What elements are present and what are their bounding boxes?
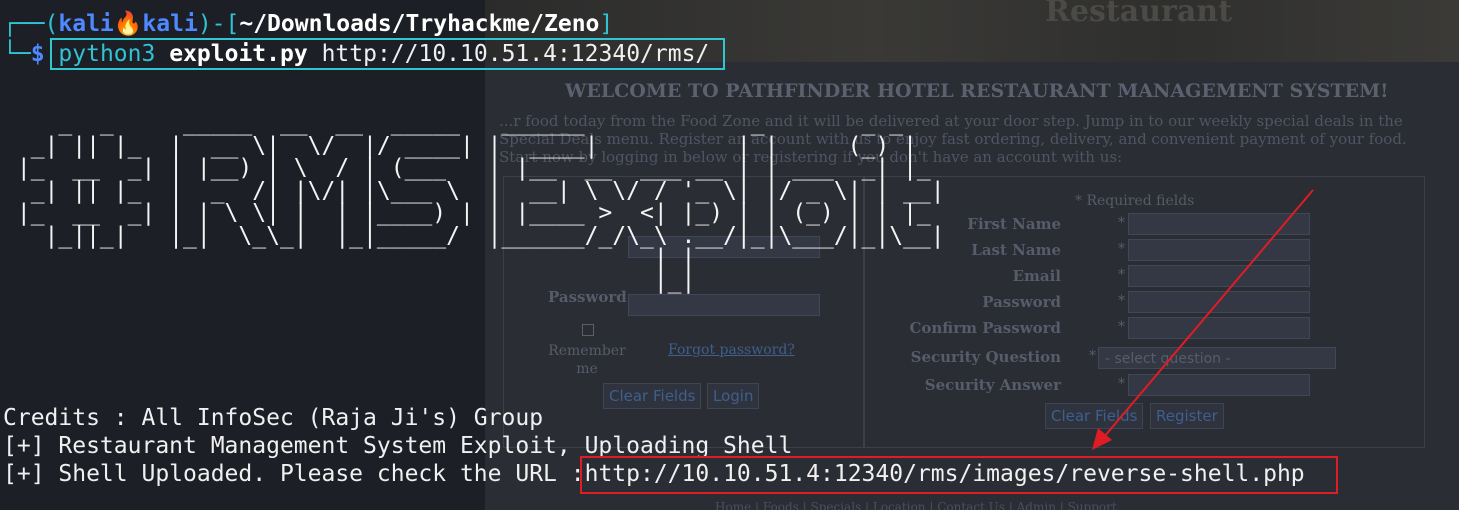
terminal-window[interactable]: ┌──(kali🔥kali)-[~/Downloads/Tryhackme/Ze… [0, 0, 1459, 510]
arrow-shaft [1103, 189, 1314, 438]
annotation-arrow [1092, 189, 1314, 450]
